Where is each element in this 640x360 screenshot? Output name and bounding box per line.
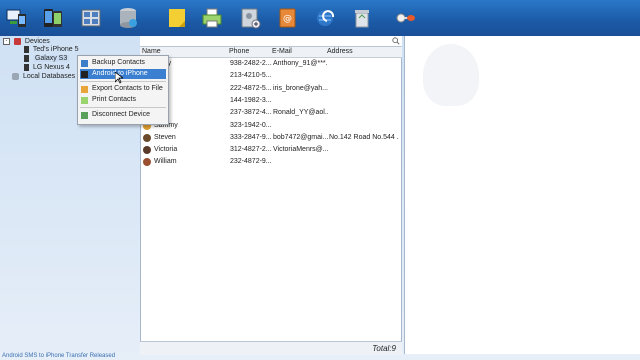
cell-phone: 323-1942-0... bbox=[230, 121, 272, 129]
transfer-icon[interactable] bbox=[79, 6, 103, 30]
menu-separator bbox=[80, 107, 166, 108]
menu-label: Backup Contacts bbox=[92, 59, 145, 66]
table-row[interactable]: Steven 333-2847-9... bob7472@gmai... No.142… bbox=[141, 132, 401, 144]
contact-photo-placeholder bbox=[423, 44, 479, 106]
cell-phone: 144-1982-3... bbox=[230, 96, 272, 104]
cell-email: Ronald_YY@aol... bbox=[273, 109, 328, 117]
col-address[interactable]: Address bbox=[327, 48, 353, 55]
cell-name: William bbox=[154, 158, 177, 166]
table-row[interactable]: 222-4872-5... iris_brone@yah... bbox=[141, 83, 401, 95]
mouse-cursor-icon bbox=[115, 72, 123, 84]
menu-disconnect-device[interactable]: Disconnect Device bbox=[80, 110, 166, 120]
menu-label: Print Contacts bbox=[92, 96, 136, 103]
toolbar: @ bbox=[0, 0, 640, 36]
backup-icon bbox=[81, 60, 88, 67]
detail-pane bbox=[404, 36, 640, 354]
table-row[interactable]: ...ony938-2482-2...Anthony_91@***... bbox=[141, 58, 401, 70]
cell-email: bob7472@gmai... bbox=[273, 133, 328, 141]
database-tree-icon bbox=[12, 72, 19, 80]
tree-local-db-label: Local Databases bbox=[22, 73, 76, 80]
table-row[interactable]: Victoria 312-4827-2... VictoriaMenrs@... bbox=[141, 144, 401, 156]
phones-icon[interactable] bbox=[41, 6, 65, 30]
printer-icon[interactable] bbox=[200, 6, 224, 30]
cell-name: Steven bbox=[154, 133, 176, 141]
cell-email: Anthony_91@***... bbox=[273, 60, 328, 67]
recycle-bin-icon[interactable] bbox=[350, 6, 374, 30]
search-icon[interactable] bbox=[392, 37, 400, 45]
phone-icon bbox=[24, 54, 29, 62]
cell-phone: 938-2482-2... bbox=[230, 60, 272, 67]
menu-backup-contacts[interactable]: Backup Contacts bbox=[80, 58, 166, 68]
menu-print-contacts[interactable]: Print Contacts bbox=[80, 95, 166, 105]
phone-transfer-icon bbox=[81, 71, 88, 78]
tree-local-databases[interactable]: Local Databases bbox=[12, 72, 75, 81]
contact-avatar-icon bbox=[143, 158, 151, 167]
table-row[interactable]: ...in144-1982-3... bbox=[141, 95, 401, 107]
print-icon bbox=[81, 97, 88, 104]
tree-item-galaxy[interactable]: Galaxy S3 bbox=[24, 54, 70, 63]
table-row[interactable]: Sammy 323-1942-0... bbox=[141, 120, 401, 132]
tree-devices-label: Devices bbox=[24, 38, 50, 45]
notes-icon[interactable] bbox=[165, 6, 189, 30]
total-count: Total:9 bbox=[372, 344, 396, 353]
menu-separator bbox=[80, 81, 166, 82]
menu-export-contacts[interactable]: Export Contacts to File bbox=[80, 84, 166, 94]
menu-label: Disconnect Device bbox=[92, 111, 150, 118]
globe-sync-icon[interactable] bbox=[313, 6, 337, 30]
cell-phone: 312-4827-2... bbox=[230, 146, 272, 154]
cell-phone: 232-4872-9... bbox=[230, 158, 272, 166]
database-icon[interactable] bbox=[116, 6, 140, 30]
contact-avatar-icon bbox=[143, 146, 151, 155]
tree-item-lg[interactable]: LG Nexus 4 bbox=[24, 63, 70, 72]
tree-item-label: Ted's iPhone 5 bbox=[32, 46, 79, 53]
cell-phone: 213-4210-5... bbox=[230, 72, 272, 80]
table-row[interactable]: William 232-4872-9... bbox=[141, 156, 401, 168]
cell-phone: 222-4872-5... bbox=[230, 84, 272, 92]
column-header: Name Phone E-Mail Address bbox=[140, 47, 402, 58]
tree-item-iphone[interactable]: Ted's iPhone 5 bbox=[24, 45, 79, 54]
disconnect-icon bbox=[81, 112, 88, 119]
col-phone[interactable]: Phone bbox=[229, 48, 249, 55]
devices-tree-icon bbox=[13, 37, 21, 45]
cell-phone: 333-2847-9... bbox=[230, 133, 272, 141]
add-contact-icon[interactable] bbox=[238, 6, 262, 30]
contact-avatar-icon bbox=[143, 133, 151, 142]
status-text[interactable]: Android SMS to iPhone Transfer Released bbox=[2, 353, 115, 359]
search-bar[interactable] bbox=[140, 36, 402, 47]
context-menu: Backup Contacts Android to iPhone Export… bbox=[77, 55, 169, 125]
key-icon[interactable] bbox=[393, 6, 417, 30]
phone-icon bbox=[24, 63, 29, 71]
menu-label: Export Contacts to File bbox=[92, 85, 163, 92]
tree-item-label: Galaxy S3 bbox=[32, 55, 70, 62]
collapse-toggle-icon[interactable]: - bbox=[3, 37, 10, 45]
cell-address: No.142 Road No.544 ... bbox=[329, 133, 399, 141]
phone-icon bbox=[24, 45, 29, 53]
cell-email: iris_brone@yah... bbox=[273, 84, 328, 92]
table-row[interactable]: ...ld237-3872-4...Ronald_YY@aol... bbox=[141, 107, 401, 119]
cell-phone: 237-3872-4... bbox=[230, 109, 272, 117]
cell-name: Victoria bbox=[154, 146, 178, 154]
cell-email: VictoriaMenrs@... bbox=[273, 146, 328, 154]
list-footer: Total:9 bbox=[140, 341, 402, 355]
col-email[interactable]: E-Mail bbox=[272, 48, 292, 55]
export-icon bbox=[81, 86, 88, 93]
tree-item-label: LG Nexus 4 bbox=[32, 64, 70, 71]
email-contact-icon[interactable]: @ bbox=[276, 6, 300, 30]
svg-text:@: @ bbox=[283, 14, 292, 24]
devices-icon[interactable] bbox=[5, 6, 29, 30]
col-name[interactable]: Name bbox=[142, 48, 161, 55]
menu-android-to-iphone[interactable]: Android to iPhone bbox=[80, 69, 166, 79]
table-row[interactable]: ...e213-4210-5... bbox=[141, 70, 401, 82]
